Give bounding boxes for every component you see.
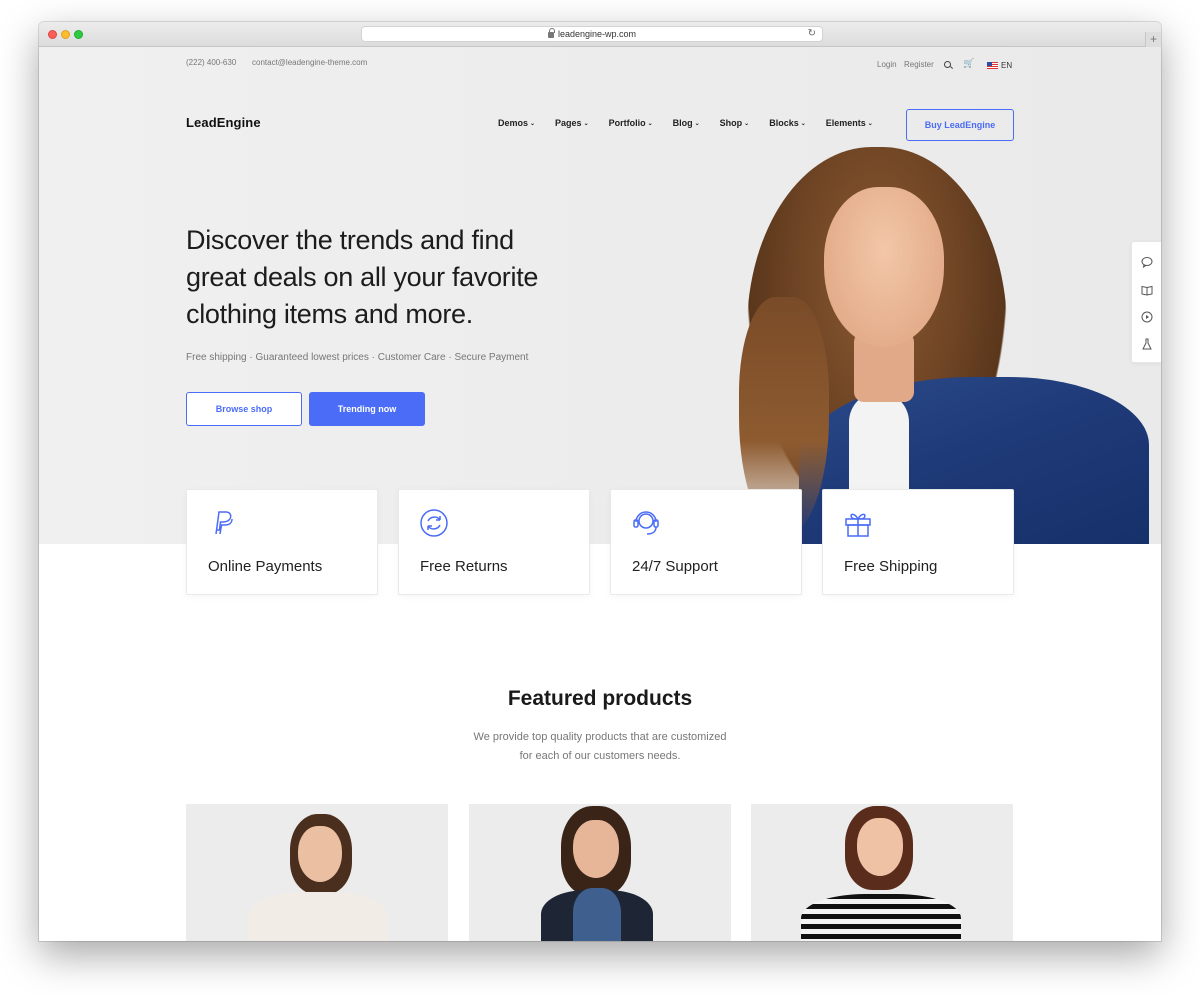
paypal-icon — [207, 508, 237, 538]
feature-label: 24/7 Support — [632, 558, 718, 575]
site-logo[interactable]: LeadEngine — [186, 115, 261, 130]
feature-card-free-shipping[interactable]: Free Shipping — [822, 489, 1014, 595]
product-card[interactable] — [186, 804, 448, 941]
new-tab-button[interactable]: + — [1145, 32, 1161, 47]
chevron-down-icon: ⌄ — [744, 121, 750, 127]
phone-number: (222) 400-630 — [186, 58, 237, 67]
nav-item-blog[interactable]: Blog ⌄ — [673, 118, 700, 128]
feature-card-support[interactable]: 24/7 Support — [610, 489, 802, 595]
nav-item-shop[interactable]: Shop ⌄ — [720, 118, 750, 128]
chevron-down-icon: ⌄ — [867, 121, 873, 127]
address-bar-url: leadengine-wp.com — [557, 29, 637, 39]
web-page: (222) 400-630 contact@leadengine-theme.c… — [39, 47, 1161, 941]
browser-window: leadengine-wp.com ↻ + (222) 400-630 cont… — [39, 22, 1161, 941]
minimize-window-button[interactable] — [61, 30, 70, 39]
refresh-icon — [419, 508, 449, 538]
nav-item-blocks[interactable]: Blocks ⌄ — [769, 118, 806, 128]
flag-icon[interactable] — [987, 62, 998, 69]
hero-section: (222) 400-630 contact@leadengine-theme.c… — [39, 47, 1161, 544]
product-card[interactable] — [469, 804, 731, 941]
featured-products-title: Featured products — [507, 687, 693, 710]
close-window-button[interactable] — [48, 30, 57, 39]
feature-label: Free Returns — [420, 558, 508, 575]
feature-card-online-payments[interactable]: Online Payments — [186, 489, 378, 595]
address-bar[interactable]: leadengine-wp.com ↻ — [361, 26, 823, 42]
flask-icon[interactable] — [1141, 338, 1153, 350]
nav-item-demos[interactable]: Demos ⌄ — [498, 118, 535, 128]
register-link[interactable]: Register — [904, 60, 934, 69]
search-icon[interactable] — [944, 61, 951, 68]
play-icon[interactable] — [1141, 311, 1153, 323]
maximize-window-button[interactable] — [74, 30, 83, 39]
feature-label: Free Shipping — [844, 558, 938, 575]
trending-now-button[interactable]: Trending now — [309, 392, 425, 426]
chevron-down-icon: ⌄ — [583, 121, 589, 127]
featured-products-description: We provide top quality products that are… — [473, 731, 727, 762]
chevron-down-icon: ⌄ — [694, 121, 700, 127]
book-icon[interactable] — [1141, 284, 1153, 296]
browse-shop-button[interactable]: Browse shop — [186, 392, 302, 426]
browser-toolbar: leadengine-wp.com ↻ + — [39, 22, 1161, 47]
chevron-down-icon: ⌄ — [647, 121, 653, 127]
buy-leadengine-button[interactable]: Buy LeadEngine — [906, 109, 1014, 141]
chevron-down-icon: ⌄ — [530, 121, 536, 127]
hero-subline: Free shipping · Guaranteed lowest prices… — [186, 352, 529, 363]
hero-headline: Discover the trends and find great deals… — [186, 225, 539, 329]
email-link[interactable]: contact@leadengine-theme.com — [252, 58, 367, 67]
reload-icon[interactable]: ↻ — [808, 28, 816, 39]
chat-icon[interactable] — [1141, 256, 1153, 269]
nav-item-elements[interactable]: Elements ⌄ — [826, 118, 873, 128]
headset-icon — [631, 508, 661, 538]
gift-icon — [843, 508, 873, 538]
hero-model-image — [739, 147, 1149, 544]
feature-card-free-returns[interactable]: Free Returns — [398, 489, 590, 595]
nav-item-portfolio[interactable]: Portfolio ⌄ — [609, 118, 653, 128]
main-nav: Demos ⌄ Pages ⌄ Portfolio ⌄ Blog ⌄ Shop ⌄ Blo… — [498, 118, 893, 128]
nav-item-pages[interactable]: Pages ⌄ — [555, 118, 589, 128]
login-link[interactable]: Login — [877, 60, 897, 69]
language-selector[interactable]: EN — [1001, 61, 1012, 70]
chevron-down-icon: ⌄ — [800, 121, 806, 127]
product-card[interactable] — [751, 804, 1013, 941]
side-dock — [1131, 241, 1161, 363]
lock-icon — [547, 28, 555, 38]
top-info-bar: (222) 400-630 contact@leadengine-theme.c… — [186, 55, 1014, 71]
feature-label: Online Payments — [208, 558, 323, 575]
cart-icon[interactable]: 🛒 — [963, 58, 974, 69]
